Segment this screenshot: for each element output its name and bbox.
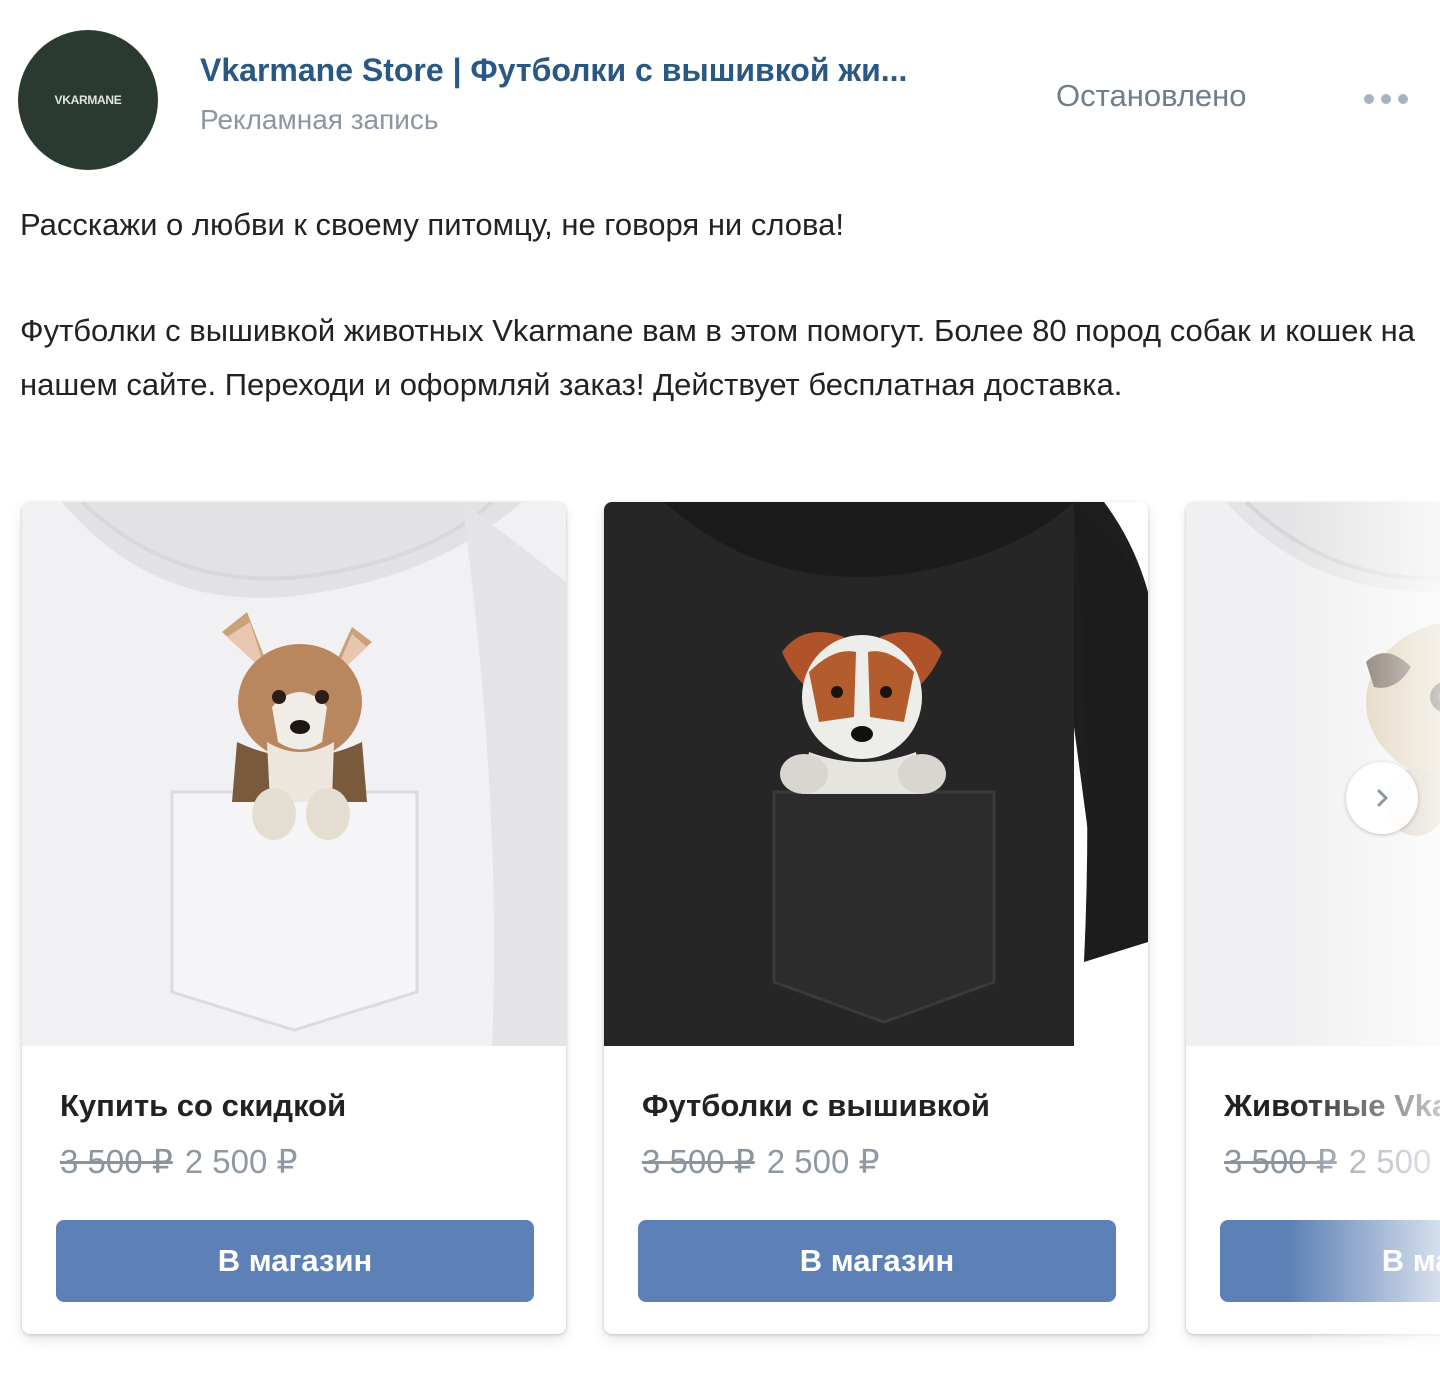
avatar[interactable]: VKARMANE bbox=[18, 30, 158, 170]
product-card[interactable]: Животные Vkarmane 3 500 ₽ 2 500 ₽ В магаз… bbox=[1186, 502, 1440, 1334]
product-title: Животные Vkarmane bbox=[1224, 1088, 1440, 1124]
avatar-logo-text: VKARMANE bbox=[55, 93, 122, 107]
product-card-body: Животные Vkarmane 3 500 ₽ 2 500 ₽ В магаз… bbox=[1186, 1046, 1440, 1334]
tshirt-jack-russell-image bbox=[604, 502, 1148, 1046]
product-card[interactable]: Купить со скидкой 3 500 ₽ 2 500 ₽ В магаз… bbox=[22, 502, 566, 1334]
product-image[interactable] bbox=[604, 502, 1148, 1046]
product-card-body: Купить со скидкой 3 500 ₽ 2 500 ₽ В магаз… bbox=[22, 1046, 566, 1334]
old-price: 3 500 ₽ bbox=[642, 1143, 755, 1180]
ad-post: VKARMANE Vkarmane Store | Футболки с выш… bbox=[0, 0, 1440, 1400]
post-paragraph-2: Футболки с вышивкой животных Vkarmane ва… bbox=[20, 304, 1420, 412]
product-title: Футболки с вышивкой bbox=[642, 1088, 990, 1124]
post-paragraph-1: Расскажи о любви к своему питомцу, не го… bbox=[20, 198, 1420, 252]
product-title: Купить со скидкой bbox=[60, 1088, 346, 1124]
status-label: Остановлено bbox=[1056, 78, 1247, 114]
post-type-label: Рекламная запись bbox=[200, 104, 439, 136]
chevron-right-icon[interactable] bbox=[1346, 762, 1418, 834]
new-price: 2 500 ₽ bbox=[185, 1143, 298, 1180]
shop-button[interactable]: В магазин bbox=[56, 1220, 534, 1302]
old-price: 3 500 ₽ bbox=[1224, 1143, 1337, 1180]
product-image[interactable] bbox=[22, 502, 566, 1046]
shop-button[interactable]: В магазин bbox=[638, 1220, 1116, 1302]
product-card-body: Футболки с вышивкой 3 500 ₽ 2 500 ₽ В маг… bbox=[604, 1046, 1148, 1334]
shop-button[interactable]: В магазин bbox=[1220, 1220, 1440, 1302]
more-options-icon[interactable] bbox=[1358, 82, 1414, 116]
product-price: 3 500 ₽ 2 500 ₽ bbox=[642, 1142, 880, 1181]
new-price: 2 500 ₽ bbox=[767, 1143, 880, 1180]
tshirt-corgi-image bbox=[22, 502, 566, 1046]
new-price: 2 500 ₽ bbox=[1349, 1143, 1440, 1180]
old-price: 3 500 ₽ bbox=[60, 1143, 173, 1180]
product-price: 3 500 ₽ 2 500 ₽ bbox=[60, 1142, 298, 1181]
product-card[interactable]: Футболки с вышивкой 3 500 ₽ 2 500 ₽ В маг… bbox=[604, 502, 1148, 1334]
post-text: Расскажи о любви к своему питомцу, не го… bbox=[20, 198, 1420, 412]
product-carousel: Купить со скидкой 3 500 ₽ 2 500 ₽ В магаз… bbox=[0, 500, 1440, 1360]
product-price: 3 500 ₽ 2 500 ₽ bbox=[1224, 1142, 1440, 1181]
author-name-link[interactable]: Vkarmane Store | Футболки с вышивкой жи.… bbox=[200, 52, 907, 89]
